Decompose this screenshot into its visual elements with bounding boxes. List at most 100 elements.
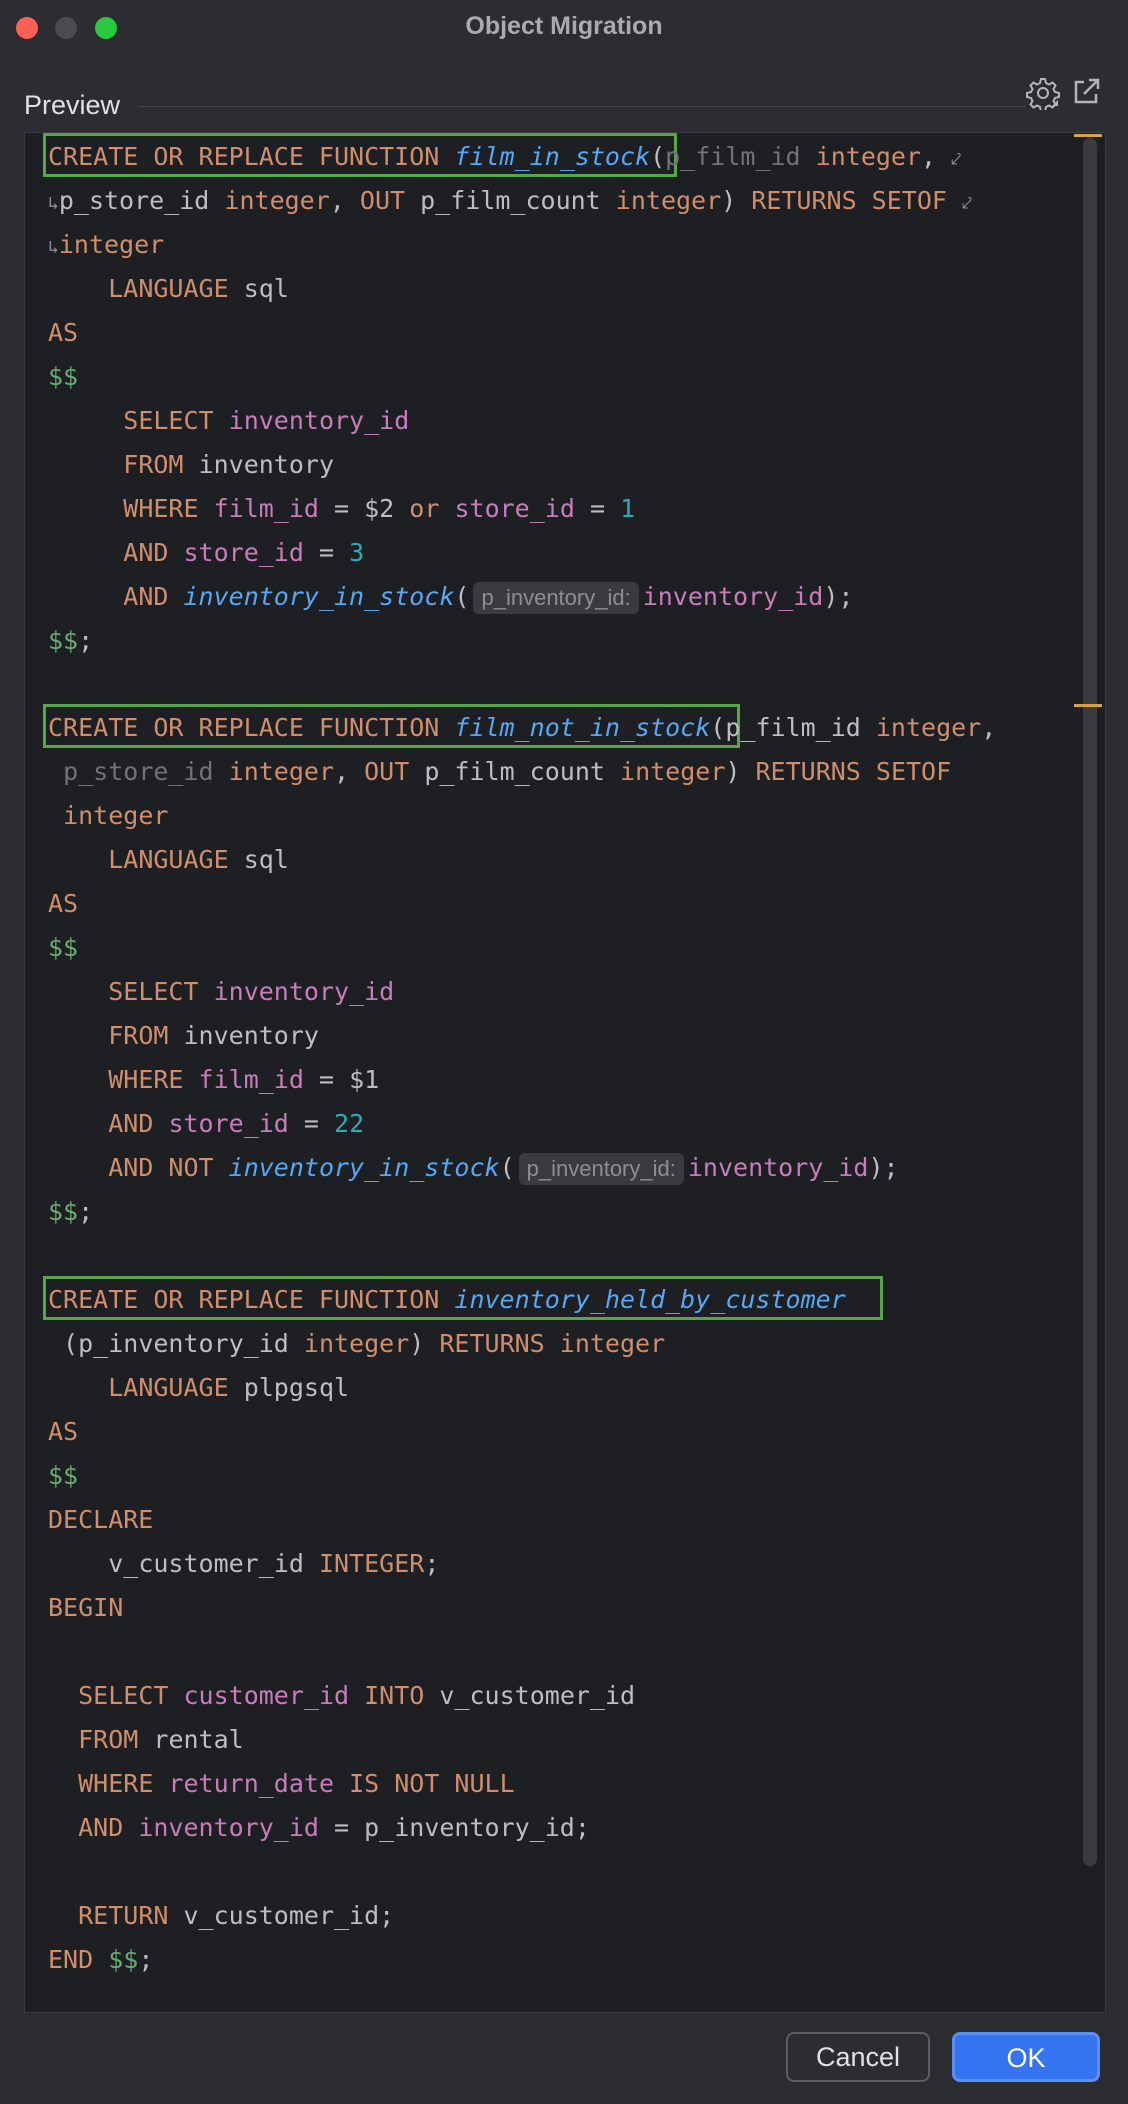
- code-line: END $$;: [48, 1945, 154, 1974]
- code-line: AND NOT inventory_in_stock(p_inventory_i…: [48, 1146, 899, 1190]
- code-line: v_customer_id INTEGER;: [108, 1549, 440, 1578]
- keyword: INTO: [364, 1681, 425, 1710]
- code-line: LANGUAGE plpgsql: [48, 1366, 349, 1410]
- keyword: CREATE OR REPLACE FUNCTION: [48, 713, 440, 742]
- keyword: WHERE: [123, 494, 199, 523]
- object-migration-dialog: Object Migration Preview CREATE OR REPLA…: [0, 0, 1128, 2104]
- param: p_store_id: [58, 186, 210, 215]
- column: store_id: [183, 538, 304, 567]
- dollar-quote: $$: [48, 933, 79, 962]
- keyword: DECLARE: [48, 1505, 154, 1534]
- code-line: $$: [48, 355, 78, 399]
- keyword: CREATE OR REPLACE FUNCTION: [48, 142, 440, 171]
- title-bar: Object Migration: [0, 0, 1128, 54]
- column: customer_id: [183, 1681, 350, 1710]
- code-line: BEGIN: [48, 1586, 123, 1630]
- type: integer: [63, 801, 169, 830]
- cancel-button[interactable]: Cancel: [786, 2032, 930, 2082]
- code-line: FROM inventory: [48, 1014, 319, 1058]
- keyword: RETURNS SETOF: [751, 186, 947, 215]
- table-name: inventory: [198, 450, 335, 479]
- operator: =: [318, 538, 335, 567]
- code-line: FROM rental: [48, 1718, 244, 1762]
- code-line: AS: [48, 882, 78, 926]
- keyword: FROM: [123, 450, 184, 479]
- code-line: AND store_id = 3: [48, 531, 364, 575]
- scroll-marker: [1074, 134, 1102, 137]
- function-name[interactable]: film_in_stock: [454, 142, 650, 171]
- variable: v_customer_id: [439, 1681, 636, 1710]
- table-name: inventory: [183, 1021, 319, 1050]
- operator: = $1: [318, 1065, 380, 1094]
- function-call[interactable]: inventory_in_stock: [183, 582, 454, 611]
- code-line: AND inventory_id = p_inventory_id;: [48, 1806, 590, 1850]
- code-line: WHERE return_date IS NOT NULL: [48, 1762, 515, 1806]
- language-name: plpgsql: [243, 1373, 350, 1402]
- soft-wrap-icon: ⤦: [962, 193, 973, 214]
- type: integer: [875, 713, 982, 742]
- keyword: SELECT: [123, 406, 214, 435]
- preview-label: Preview: [24, 90, 121, 120]
- keyword: LANGUAGE: [108, 1373, 229, 1402]
- column: return_date: [168, 1769, 335, 1798]
- param: p_inventory_id: [78, 1329, 289, 1358]
- keyword: IS NOT NULL: [349, 1769, 515, 1798]
- keyword: AND: [78, 1813, 124, 1842]
- dollar-quote: $$: [48, 1461, 79, 1490]
- keyword: AND: [123, 538, 169, 567]
- gear-icon[interactable]: [1026, 76, 1060, 110]
- function-name[interactable]: inventory_held_by_customer: [454, 1285, 845, 1314]
- code-line: AND store_id = 22: [48, 1102, 364, 1146]
- function-name[interactable]: film_not_in_stock: [454, 713, 710, 742]
- keyword: LANGUAGE: [108, 274, 229, 303]
- code-line: CREATE OR REPLACE FUNCTION film_in_stock…: [48, 135, 961, 179]
- keyword: AND NOT: [108, 1153, 214, 1182]
- parameter-hint: p_inventory_id:: [473, 582, 639, 614]
- code-line: SELECT customer_id INTO v_customer_id: [48, 1674, 635, 1718]
- keyword: RETURN: [78, 1901, 169, 1930]
- operator: =: [303, 1109, 319, 1138]
- code-line: (p_inventory_id integer) RETURNS integer: [48, 1329, 666, 1358]
- keyword: or: [409, 494, 440, 523]
- keyword: SELECT: [108, 977, 199, 1006]
- type: integer: [224, 186, 330, 215]
- keyword: FROM: [78, 1725, 139, 1754]
- function-call[interactable]: inventory_in_stock: [229, 1153, 500, 1182]
- column: inventory_id: [138, 1813, 319, 1842]
- code-line: DECLARE: [48, 1498, 153, 1542]
- code-line: LANGUAGE sql: [48, 838, 289, 882]
- scroll-marker: [1074, 704, 1102, 707]
- keyword: AND: [123, 582, 169, 611]
- param: p_film_count: [424, 757, 605, 786]
- keyword: RETURNS SETOF: [755, 757, 952, 786]
- vertical-scrollbar[interactable]: [1083, 138, 1097, 1866]
- dollar-quote: $$: [48, 626, 79, 655]
- language-name: sql: [243, 274, 289, 303]
- code-line: $$;: [48, 626, 94, 655]
- preview-separator: [138, 106, 1026, 107]
- code-line: AS: [48, 311, 78, 355]
- operator: = $2: [334, 494, 395, 523]
- external-link-icon[interactable]: [1070, 76, 1102, 108]
- keyword: AND: [108, 1109, 154, 1138]
- keyword: AS: [48, 318, 79, 347]
- keyword: END: [48, 1945, 94, 1974]
- keyword: OUT: [359, 186, 406, 215]
- variable: v_customer_id: [108, 1549, 304, 1578]
- ok-button[interactable]: OK: [952, 2032, 1100, 2082]
- keyword: AS: [48, 1417, 79, 1446]
- code-line: CREATE OR REPLACE FUNCTION inventory_hel…: [48, 1278, 846, 1322]
- code-line: FROM inventory: [48, 443, 334, 487]
- code-line: p_store_id integer, OUT p_film_count int…: [63, 757, 952, 786]
- keyword: FROM: [108, 1021, 169, 1050]
- param: p_film_id: [665, 142, 801, 171]
- operator: =: [589, 494, 606, 523]
- variable: v_customer_id: [183, 1901, 380, 1930]
- code-line: ↳integer: [48, 223, 164, 267]
- code-line: $$;: [48, 1197, 94, 1226]
- soft-wrap-icon: ⤦: [951, 149, 962, 170]
- keyword: SELECT: [78, 1681, 169, 1710]
- dollar-quote: $$: [48, 362, 79, 391]
- code-line: AND inventory_in_stock(p_inventory_id: in…: [48, 575, 853, 619]
- keyword: CREATE OR REPLACE FUNCTION: [48, 1285, 440, 1314]
